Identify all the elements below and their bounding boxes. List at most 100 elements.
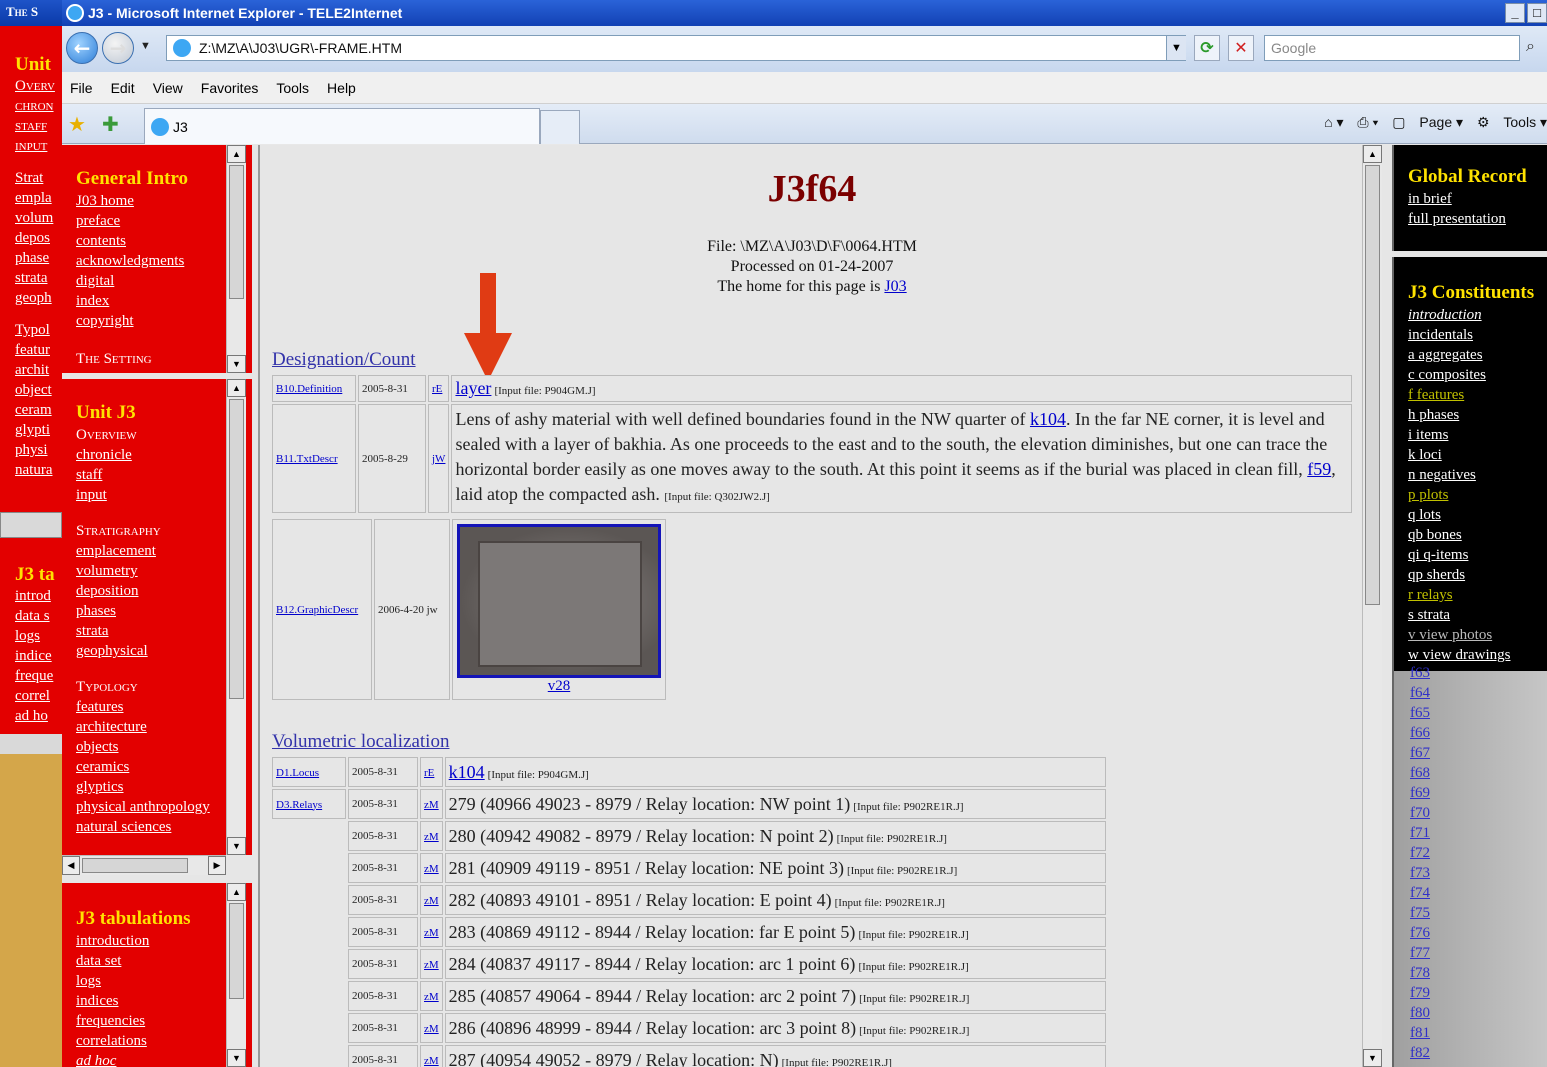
background-link-geoph[interactable]: geoph [15,288,62,308]
background-link-strat[interactable]: Strat [15,168,62,188]
menu-file[interactable]: File [70,80,93,96]
background-link-strata[interactable]: strata [15,268,62,288]
scroll-down-arrow[interactable]: ▼ [1363,1049,1382,1067]
feature-link-f68[interactable]: f68 [1410,763,1547,783]
feature-link-f66[interactable]: f66 [1410,723,1547,743]
scroll-thumb[interactable] [229,165,244,299]
constituent-link-incidentals[interactable]: incidentals [1408,325,1547,345]
constituent-link-introduction[interactable]: introduction [1408,305,1547,325]
forward-button[interactable]: → [102,32,134,64]
constituent-link-qp-sherds[interactable]: qp sherds [1408,565,1547,585]
menu-help[interactable]: Help [327,80,356,96]
tab-j3[interactable]: J3 [144,108,540,144]
feature-link-f82[interactable]: f82 [1410,1043,1547,1063]
page-menu-button[interactable]: ▢ Page ▾ [1392,114,1463,130]
volumetric-localization-heading[interactable]: Volumetric localization [272,731,449,753]
scroll-down-arrow[interactable]: ▼ [227,837,246,855]
relay-code-link[interactable]: zM [424,895,439,907]
background-link-freque[interactable]: freque [15,666,62,686]
d1-code-link[interactable]: rE [424,767,434,779]
constituent-link-a-aggregates[interactable]: a aggregates [1408,345,1547,365]
constituent-link-v-view-photos[interactable]: v view photos [1408,625,1547,645]
scroll-down-arrow[interactable]: ▼ [227,1049,246,1067]
recent-pages-dropdown[interactable]: ▼ [140,40,151,52]
relay-code-link[interactable]: zM [424,1023,439,1035]
feature-link-f80[interactable]: f80 [1410,1003,1547,1023]
background-link-indice[interactable]: indice [15,646,62,666]
feature-link-f73[interactable]: f73 [1410,863,1547,883]
background-link-glypti[interactable]: glypti [15,420,62,440]
menu-tools[interactable]: Tools [276,80,309,96]
feature-link-f74[interactable]: f74 [1410,883,1547,903]
menu-edit[interactable]: Edit [111,80,135,96]
scroll-thumb[interactable] [82,858,188,873]
background-link-volum[interactable]: volum [15,208,62,228]
global-record-link-in-brief[interactable]: in brief [1408,189,1547,209]
menu-favorites[interactable]: Favorites [201,80,259,96]
add-favorite-icon[interactable]: ✚ [102,112,119,137]
b12-graphicdescr-link[interactable]: B12.GraphicDescr [276,604,358,616]
layer-link[interactable]: layer [455,378,491,398]
feature-link-f75[interactable]: f75 [1410,903,1547,923]
scroll-up-arrow[interactable]: ▲ [1363,145,1382,163]
background-link-chron[interactable]: chron [15,96,62,116]
constituent-link-r-relays[interactable]: r relays [1408,585,1547,605]
constituent-link-c-composites[interactable]: c composites [1408,365,1547,385]
unit-j3-scrollbar[interactable]: ▲ ▼ [226,379,246,855]
constituent-link-i-items[interactable]: i items [1408,425,1547,445]
relay-code-link[interactable]: zM [424,959,439,971]
tabulations-scrollbar[interactable]: ▲ ▼ [226,883,246,1067]
background-link-ad-ho[interactable]: ad ho [15,706,62,726]
background-link-featur[interactable]: featur [15,340,62,360]
unit-j3-horizontal-scrollbar[interactable]: ◀ ▶ [62,855,226,875]
stop-button[interactable]: ✕ [1228,35,1254,61]
new-tab-button[interactable] [540,110,580,144]
scroll-right-arrow[interactable]: ▶ [208,856,226,875]
background-link-empla[interactable]: empla [15,188,62,208]
refresh-button[interactable]: ⟳ [1194,35,1220,61]
scroll-thumb[interactable] [1365,165,1380,605]
feature-link-f79[interactable]: f79 [1410,983,1547,1003]
scroll-up-arrow[interactable]: ▲ [227,883,246,901]
relay-code-link[interactable]: zM [424,1055,439,1067]
background-link-natura[interactable]: natura [15,460,62,480]
b10-code-link[interactable]: rE [432,383,442,395]
scroll-down-arrow[interactable]: ▼ [227,355,246,373]
favorites-star-icon[interactable]: ★ [68,112,86,137]
background-link-logs[interactable]: logs [15,626,62,646]
background-link-input[interactable]: input [15,136,62,156]
feature-link-f69[interactable]: f69 [1410,783,1547,803]
scroll-up-arrow[interactable]: ▲ [227,145,246,163]
general-intro-scrollbar[interactable]: ▲ ▼ [226,145,246,373]
scroll-up-arrow[interactable]: ▲ [227,379,246,397]
search-icon[interactable]: ⌕ [1526,38,1535,56]
constituent-link-w-view-drawings[interactable]: w view drawings [1408,645,1547,665]
feature-link-f67[interactable]: f67 [1410,743,1547,763]
print-icon[interactable]: ⎙ ▾ [1357,114,1378,130]
main-scrollbar[interactable]: ▲ ▼ [1362,145,1382,1067]
relay-code-link[interactable]: zM [424,831,439,843]
tools-menu-button[interactable]: ⚙ Tools ▾ [1477,114,1547,130]
photo-caption-link[interactable]: v28 [548,678,571,694]
designation-count-heading[interactable]: Designation/Count [272,349,416,371]
feature-link-f64[interactable]: f64 [1410,683,1547,703]
constituent-link-p-plots[interactable]: p plots [1408,485,1547,505]
background-link-ceram[interactable]: ceram [15,400,62,420]
constituent-link-qi-q-items[interactable]: qi q-items [1408,545,1547,565]
background-horizontal-scrollbar[interactable] [0,512,62,538]
relay-code-link[interactable]: zM [424,991,439,1003]
d1-k104-link[interactable]: k104 [449,762,485,782]
address-dropdown-button[interactable]: ▼ [1166,36,1186,60]
scroll-thumb[interactable] [229,903,244,999]
constituent-link-s-strata[interactable]: s strata [1408,605,1547,625]
background-link-correl[interactable]: correl [15,686,62,706]
background-link-physi[interactable]: physi [15,440,62,460]
k104-link[interactable]: k104 [1030,409,1066,429]
relay-code-link[interactable]: zM [424,927,439,939]
feature-link-f78[interactable]: f78 [1410,963,1547,983]
scroll-left-arrow[interactable]: ◀ [62,856,80,875]
d3-relays-link[interactable]: D3.Relays [276,799,322,811]
relay-code-link[interactable]: zM [424,863,439,875]
b11-txtdescr-link[interactable]: B11.TxtDescr [276,453,338,465]
constituent-link-q-lots[interactable]: q lots [1408,505,1547,525]
